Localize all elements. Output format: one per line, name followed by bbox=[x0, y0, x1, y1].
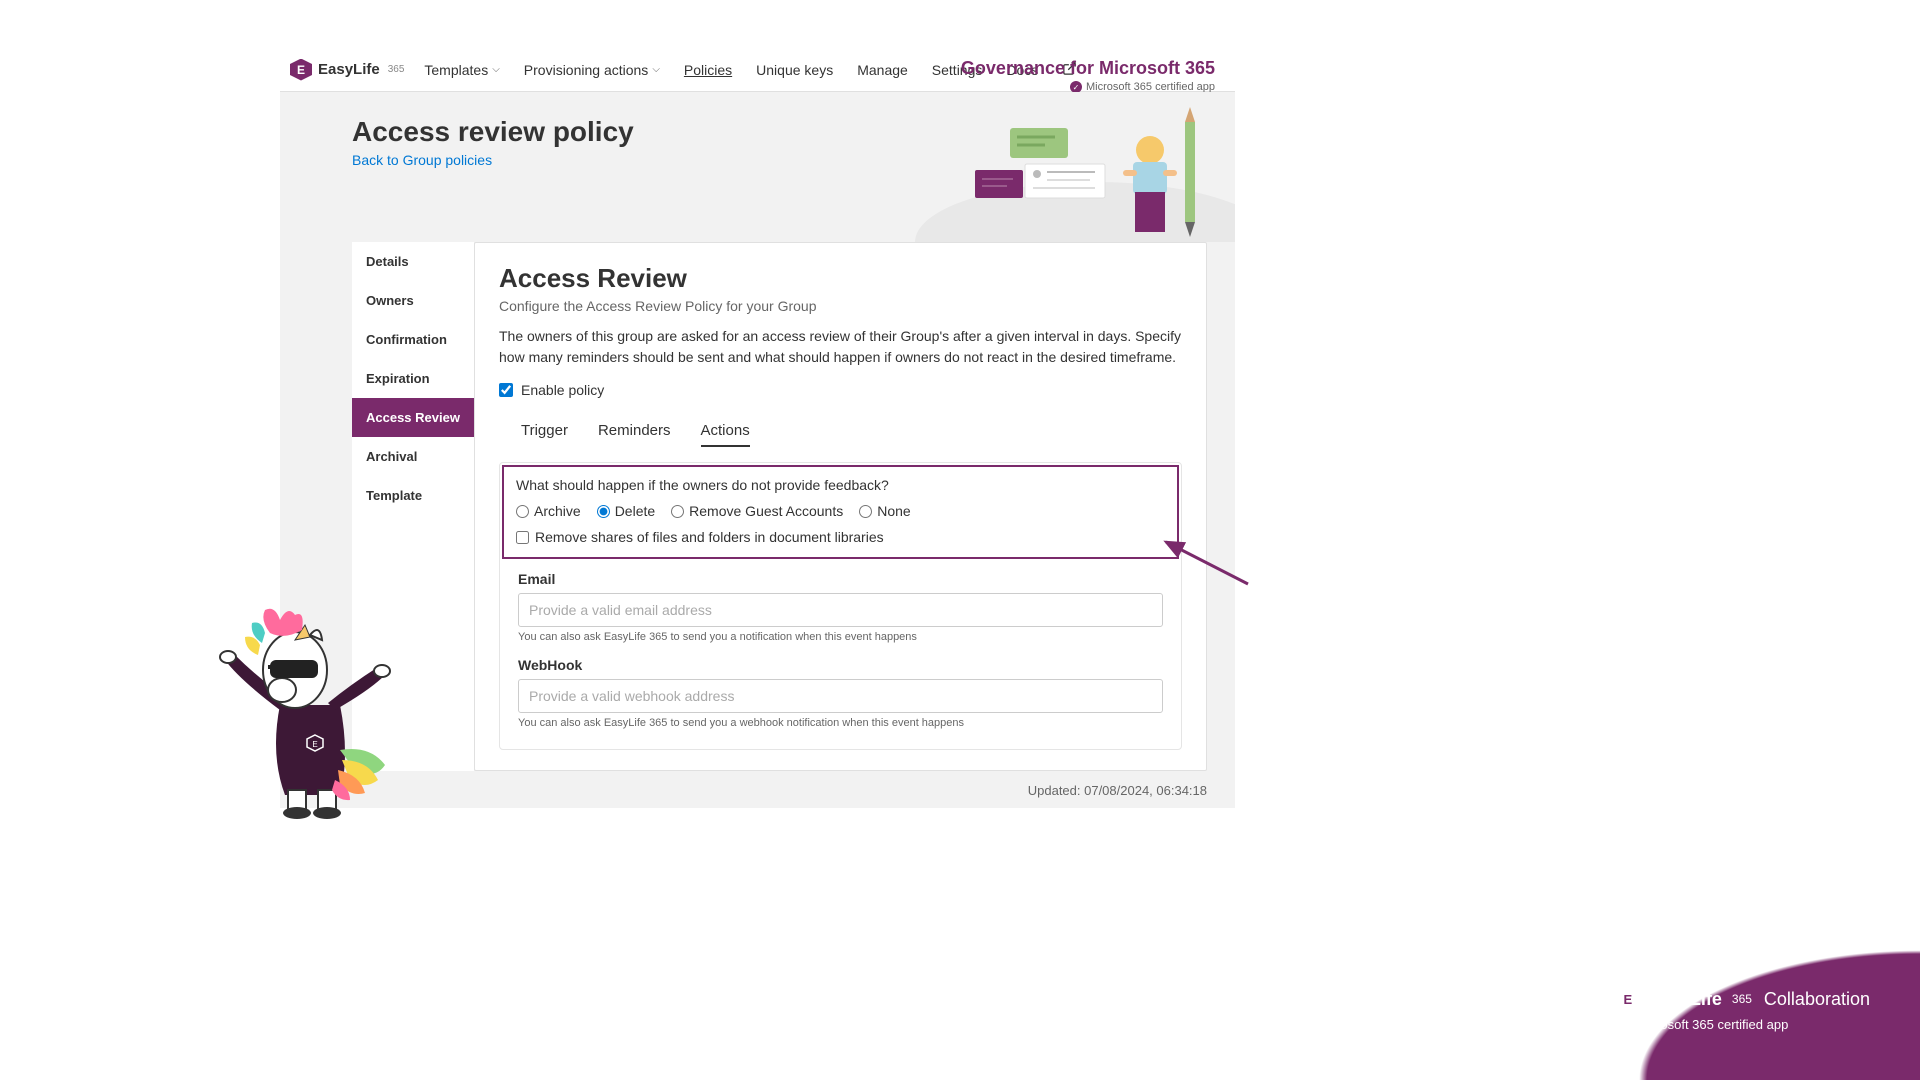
brand-logo[interactable]: E EasyLife 365 bbox=[290, 59, 404, 81]
radio-remove-guest-input[interactable] bbox=[671, 505, 684, 518]
nav-manage[interactable]: Manage bbox=[857, 62, 908, 78]
radio-delete-input[interactable] bbox=[597, 505, 610, 518]
feedback-question: What should happen if the owners do not … bbox=[516, 477, 1165, 493]
svg-text:E: E bbox=[312, 740, 317, 749]
radio-label: None bbox=[877, 503, 910, 519]
updated-timestamp: Updated: 07/08/2024, 06:34:18 bbox=[280, 771, 1235, 808]
webhook-input[interactable] bbox=[518, 679, 1163, 713]
brand-sub: 365 bbox=[388, 64, 405, 75]
header-area: Access review policy Back to Group polic… bbox=[280, 92, 1235, 242]
content-area: Details Owners Confirmation Expiration A… bbox=[280, 242, 1235, 771]
main-panel: Access Review Configure the Access Revie… bbox=[474, 242, 1207, 771]
nav-label: Templates bbox=[424, 62, 488, 78]
nav-unique-keys[interactable]: Unique keys bbox=[756, 62, 833, 78]
sidebar-item-access-review[interactable]: Access Review bbox=[352, 398, 474, 437]
radio-archive[interactable]: Archive bbox=[516, 503, 581, 519]
panel-title: Access Review bbox=[499, 263, 1182, 294]
nav-label: Provisioning actions bbox=[524, 62, 649, 78]
footer-sub: 365 bbox=[1732, 992, 1752, 1006]
radio-none[interactable]: None bbox=[859, 503, 910, 519]
email-label: Email bbox=[518, 571, 1163, 587]
nav-provisioning[interactable]: Provisioning actions ⌵ bbox=[524, 62, 660, 78]
enable-policy-label: Enable policy bbox=[521, 382, 604, 398]
nav-policies[interactable]: Policies bbox=[684, 62, 732, 78]
chevron-down-icon: ⌵ bbox=[652, 64, 660, 75]
radio-label: Remove Guest Accounts bbox=[689, 503, 843, 519]
webhook-help: You can also ask EasyLife 365 to send yo… bbox=[518, 717, 1163, 729]
governance-title: Governance for Microsoft 365 bbox=[961, 58, 1215, 79]
header-illustration bbox=[895, 92, 1235, 242]
tab-reminders[interactable]: Reminders bbox=[598, 416, 671, 447]
footer-collab: Collaboration bbox=[1764, 989, 1870, 1010]
sidebar-item-details[interactable]: Details bbox=[352, 242, 474, 281]
radio-row: Archive Delete Remove Guest Accounts bbox=[516, 503, 1165, 519]
footer-brand: EasyLife bbox=[1648, 989, 1722, 1010]
enable-policy-row: Enable policy bbox=[499, 382, 1182, 398]
action-panel: What should happen if the owners do not … bbox=[499, 462, 1182, 750]
back-link[interactable]: Back to Group policies bbox=[352, 152, 492, 168]
radio-delete[interactable]: Delete bbox=[597, 503, 655, 519]
footer-cert: ✓ Microsoft 365 certified app bbox=[1616, 1017, 1870, 1032]
sidebar-item-expiration[interactable]: Expiration bbox=[352, 359, 474, 398]
sidebar-item-owners[interactable]: Owners bbox=[352, 281, 474, 320]
email-help: You can also ask EasyLife 365 to send yo… bbox=[518, 631, 1163, 643]
tabs: Trigger Reminders Actions bbox=[499, 416, 1182, 448]
email-input[interactable] bbox=[518, 593, 1163, 627]
nav-templates[interactable]: Templates ⌵ bbox=[424, 62, 499, 78]
radio-remove-guest[interactable]: Remove Guest Accounts bbox=[671, 503, 843, 519]
tab-actions[interactable]: Actions bbox=[701, 416, 750, 447]
highlight-box: What should happen if the owners do not … bbox=[502, 465, 1179, 559]
radio-label: Delete bbox=[615, 503, 655, 519]
footer-logo-icon: E bbox=[1616, 987, 1640, 1011]
panel-subtitle: Configure the Access Review Policy for y… bbox=[499, 298, 1182, 314]
remove-shares-label: Remove shares of files and folders in do… bbox=[535, 529, 884, 545]
chevron-down-icon: ⌵ bbox=[492, 64, 500, 75]
remove-shares-checkbox[interactable] bbox=[516, 531, 529, 544]
footer-branding: E EasyLife 365 Collaboration ✓ Microsoft … bbox=[1616, 987, 1870, 1032]
topbar: E EasyLife 365 Templates ⌵ Provisioning … bbox=[280, 48, 1235, 92]
logo-hex-icon: E bbox=[290, 59, 312, 81]
sidebar-item-confirmation[interactable]: Confirmation bbox=[352, 320, 474, 359]
radio-archive-input[interactable] bbox=[516, 505, 529, 518]
footer-cert-text: Microsoft 365 certified app bbox=[1636, 1017, 1788, 1032]
radio-label: Archive bbox=[534, 503, 581, 519]
brand-name: EasyLife bbox=[318, 61, 380, 78]
sidebar-item-archival[interactable]: Archival bbox=[352, 437, 474, 476]
unicorn-mascot-icon: E bbox=[210, 585, 410, 820]
panel-description: The owners of this group are asked for a… bbox=[499, 326, 1182, 368]
remove-shares-row[interactable]: Remove shares of files and folders in do… bbox=[516, 529, 1165, 545]
footer-bubble: E EasyLife 365 Collaboration ✓ Microsoft … bbox=[1140, 720, 1920, 1080]
webhook-label: WebHook bbox=[518, 657, 1163, 673]
app-container: E EasyLife 365 Templates ⌵ Provisioning … bbox=[280, 48, 1235, 808]
radio-none-input[interactable] bbox=[859, 505, 872, 518]
enable-policy-checkbox[interactable] bbox=[499, 383, 513, 397]
sidebar-item-template[interactable]: Template bbox=[352, 476, 474, 515]
tab-trigger[interactable]: Trigger bbox=[521, 416, 568, 447]
footer-cert-icon: ✓ bbox=[1616, 1018, 1630, 1032]
